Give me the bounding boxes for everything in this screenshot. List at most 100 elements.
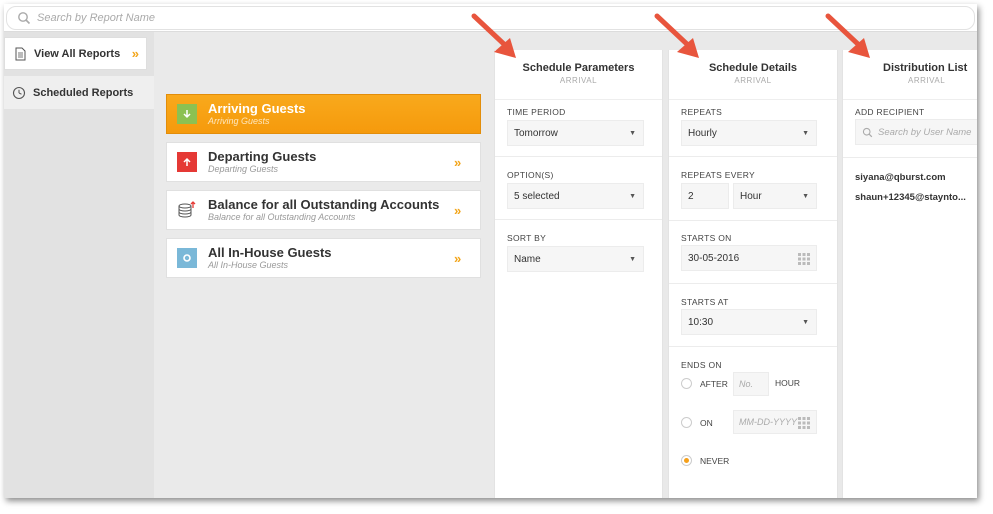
time-period-section: TIME PERIOD Tomorrow ▼: [495, 100, 662, 157]
caret-down-icon: ▼: [802, 318, 809, 326]
options-value: 5 selected: [514, 190, 560, 202]
app-window: View All Reports » Scheduled Reports Arr…: [4, 4, 977, 498]
panel-subtitle: ARRIVAL: [559, 76, 598, 85]
sidebar: View All Reports » Scheduled Reports: [4, 32, 154, 498]
report-subtitle: Arriving Guests: [208, 116, 270, 126]
caret-down-icon: ▼: [629, 129, 636, 137]
sort-by-value: Name: [514, 253, 541, 265]
report-title: Departing Guests: [208, 149, 317, 164]
starts-on-date-input[interactable]: 30-05-2016: [681, 245, 817, 271]
repeats-every-label: REPEATS EVERY: [681, 170, 755, 180]
after-count-input[interactable]: No.: [733, 372, 769, 396]
schedule-details-panel: Schedule Details ARRIVAL REPEATS Hourly …: [668, 50, 838, 498]
report-subtitle: All In-House Guests: [208, 260, 289, 270]
time-period-label: TIME PERIOD: [507, 107, 566, 117]
panel-title: Schedule Details: [708, 62, 798, 74]
repeats-every-number-input[interactable]: 2: [681, 183, 729, 209]
arrow-up-icon: [177, 152, 197, 172]
sidebar-item-view-all-reports[interactable]: View All Reports »: [4, 37, 147, 70]
ends-on-label: ENDS ON: [681, 360, 722, 370]
coins-icon: [177, 200, 197, 220]
recipient-item[interactable]: siyana@qburst.com: [855, 172, 946, 183]
clock-icon: [12, 86, 26, 99]
ends-on-date-option[interactable]: ON: [681, 417, 713, 428]
ring-icon: [177, 248, 197, 268]
starts-at-value: 10:30: [688, 316, 714, 328]
starts-at-select[interactable]: 10:30 ▼: [681, 309, 817, 335]
document-icon: [15, 47, 26, 60]
repeats-every-section: REPEATS EVERY 2 Hour ▼: [669, 157, 837, 221]
after-label: AFTER: [700, 378, 728, 389]
time-period-value: Tomorrow: [514, 127, 558, 139]
panel-title: Schedule Parameters: [522, 62, 635, 74]
recipient-search-input[interactable]: Search by User Name: [855, 119, 977, 145]
end-date-input[interactable]: MM-DD-YYYY: [733, 410, 817, 434]
caret-down-icon: ▼: [802, 192, 809, 200]
sidebar-item-label: View All Reports: [34, 47, 121, 60]
hour-unit-label: HOUR: [775, 378, 800, 388]
after-placeholder: No.: [739, 379, 754, 389]
repeats-select[interactable]: Hourly ▼: [681, 120, 817, 146]
starts-at-label: STARTS AT: [681, 297, 729, 307]
panel-subtitle: ARRIVAL: [908, 76, 946, 85]
report-card-outstanding-balance[interactable]: Balance for all Outstanding Accounts Bal…: [166, 190, 481, 230]
chevron-right-icon: »: [131, 46, 139, 61]
caret-down-icon: ▼: [629, 192, 636, 200]
repeats-section: REPEATS Hourly ▼: [669, 100, 837, 157]
options-section: OPTION(S) 5 selected ▼: [495, 157, 662, 220]
add-recipient-label: ADD RECIPIENT: [855, 107, 925, 117]
report-title: All In-House Guests: [208, 245, 332, 260]
report-card-arriving-guests[interactable]: Arriving Guests Arriving Guests: [166, 94, 481, 134]
radio-button-selected[interactable]: [681, 455, 692, 466]
never-label: NEVER: [700, 455, 730, 466]
ends-on-section: ENDS ON AFTER No. HOUR ON MM-DD-YYYY NEV…: [669, 347, 837, 498]
options-label: OPTION(S): [507, 170, 554, 180]
annotation-arrow-icon: [825, 13, 870, 58]
recipient-item[interactable]: shaun+12345@staynto...: [855, 192, 966, 203]
ends-never-option[interactable]: NEVER: [681, 455, 729, 466]
time-period-select[interactable]: Tomorrow ▼: [507, 120, 644, 146]
repeats-every-number: 2: [688, 190, 694, 202]
sort-by-section: SORT BY Name ▼: [495, 220, 662, 285]
ends-after-option[interactable]: AFTER: [681, 378, 728, 389]
add-recipient-section: ADD RECIPIENT Search by User Name: [843, 100, 977, 158]
report-card-in-house-guests[interactable]: All In-House Guests All In-House Guests …: [166, 238, 481, 278]
panel-subtitle: ARRIVAL: [734, 76, 772, 85]
schedule-parameters-panel: Schedule Parameters ARRIVAL TIME PERIOD …: [494, 50, 663, 498]
hour-label: HOUR: [775, 378, 801, 388]
on-placeholder: MM-DD-YYYY: [739, 417, 797, 427]
annotation-arrow-icon: [654, 13, 699, 58]
starts-on-section: STARTS ON 30-05-2016: [669, 221, 837, 284]
report-subtitle: Departing Guests: [208, 164, 279, 174]
repeats-every-unit-select[interactable]: Hour ▼: [733, 183, 817, 209]
caret-down-icon: ▼: [629, 255, 636, 263]
radio-button[interactable]: [681, 378, 692, 389]
on-label: ON: [700, 417, 713, 428]
repeats-every-unit: Hour: [740, 190, 762, 202]
recipient-search-placeholder: Search by User Name: [878, 126, 972, 138]
radio-button[interactable]: [681, 417, 692, 428]
arrow-down-icon: [177, 104, 197, 124]
distribution-list-panel: Distribution List ARRIVAL ADD RECIPIENT …: [842, 50, 977, 498]
search-icon: [862, 127, 873, 137]
starts-on-value: 30-05-2016: [688, 252, 740, 264]
search-icon: [18, 12, 31, 25]
panel-title: Distribution List: [883, 62, 968, 74]
report-card-departing-guests[interactable]: Departing Guests Departing Guests »: [166, 142, 481, 182]
calendar-icon[interactable]: [798, 253, 810, 265]
report-title: Arriving Guests: [208, 101, 306, 116]
sort-by-label: SORT BY: [507, 233, 547, 243]
report-subtitle: Balance for all Outstanding Accounts: [208, 212, 356, 222]
annotation-arrow-icon: [471, 13, 516, 58]
starts-on-label: STARTS ON: [681, 233, 732, 243]
sidebar-item-scheduled-reports[interactable]: Scheduled Reports: [4, 76, 154, 109]
sidebar-item-label: Scheduled Reports: [33, 86, 134, 99]
calendar-icon[interactable]: [798, 417, 810, 429]
chevron-right-icon: »: [454, 250, 462, 266]
search-input[interactable]: [37, 12, 337, 24]
report-title: Balance for all Outstanding Accounts: [208, 197, 440, 212]
chevron-right-icon: »: [454, 202, 462, 218]
repeats-label: REPEATS: [681, 107, 723, 117]
sort-by-select[interactable]: Name ▼: [507, 246, 644, 272]
options-select[interactable]: 5 selected ▼: [507, 183, 644, 209]
